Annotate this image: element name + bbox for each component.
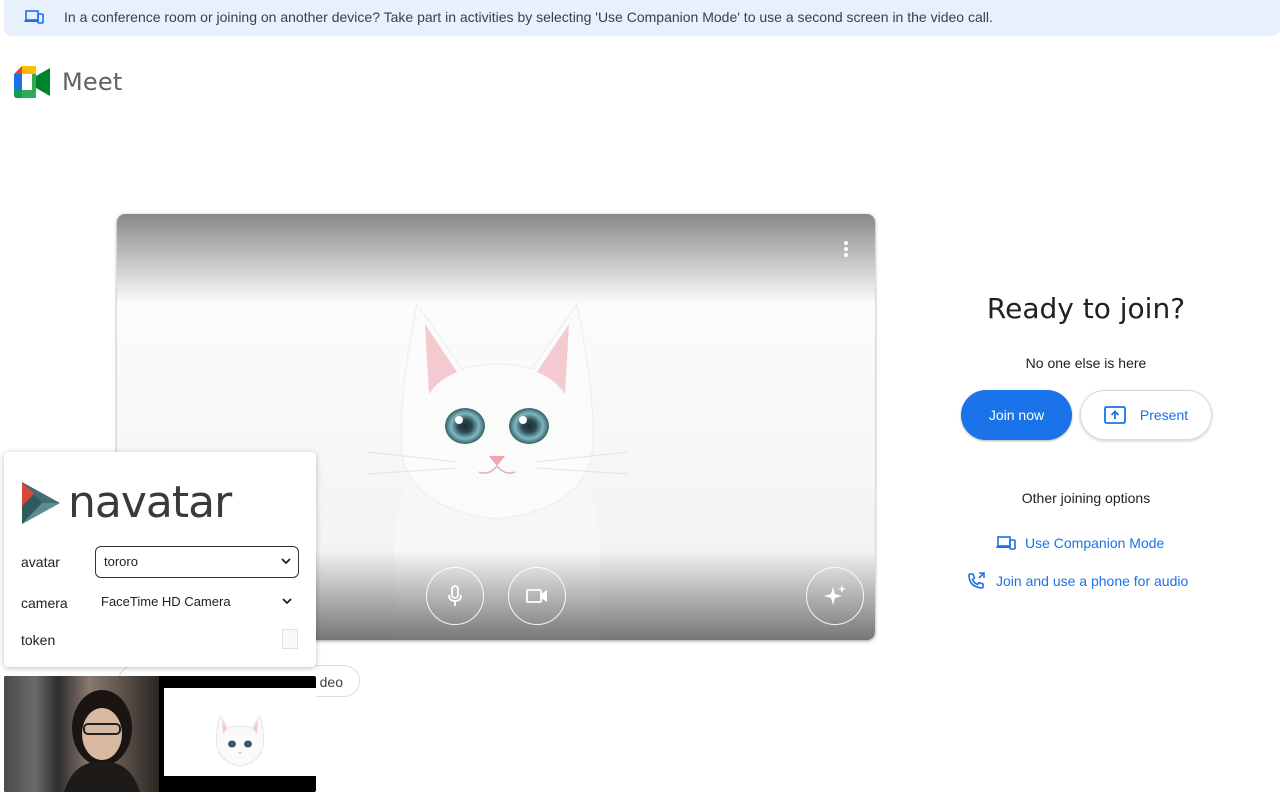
avatar-select-value: tororo xyxy=(104,554,138,569)
participants-status: No one else is here xyxy=(1025,355,1147,371)
webcam-thumbnail xyxy=(4,676,316,792)
camera-label: camera xyxy=(21,595,68,611)
more-options-button[interactable] xyxy=(831,234,861,264)
phone-forwarded-icon xyxy=(968,572,985,589)
navatar-panel: navatar avatar tororo camera FaceTime HD… xyxy=(4,452,316,667)
meet-logo[interactable]: Meet xyxy=(14,66,122,98)
user-silhouette xyxy=(64,690,140,792)
companion-devices-icon xyxy=(24,10,44,24)
present-to-all-icon xyxy=(1103,406,1126,424)
use-companion-mode-link[interactable]: Use Companion Mode xyxy=(996,535,1164,551)
ready-to-join-heading: Ready to join? xyxy=(986,292,1186,325)
videocam-icon xyxy=(526,589,547,603)
camera-toggle-button[interactable] xyxy=(508,567,566,625)
join-now-button[interactable]: Join now xyxy=(961,390,1072,440)
phone-audio-label: Join and use a phone for audio xyxy=(996,573,1189,589)
app-name: Meet xyxy=(62,68,123,96)
more-vert-icon xyxy=(844,241,848,257)
microphone-toggle-button[interactable] xyxy=(426,567,484,625)
visual-effects-button[interactable] xyxy=(806,567,864,625)
token-label: token xyxy=(21,632,56,648)
webcam-cat-preview xyxy=(164,688,316,776)
video-chip-label: deo xyxy=(319,674,343,690)
sparkle-effects-icon xyxy=(824,585,846,605)
present-button-label: Present xyxy=(1139,407,1189,423)
camera-select-value: FaceTime HD Camera xyxy=(101,594,231,609)
meet-logo-icon xyxy=(14,66,50,98)
cat-avatar-thumbnail xyxy=(215,714,265,767)
camera-select[interactable]: FaceTime HD Camera xyxy=(95,587,299,617)
companion-mode-banner: In a conference room or joining on anoth… xyxy=(4,0,1280,36)
join-with-phone-audio-link[interactable]: Join and use a phone for audio xyxy=(967,572,1188,590)
webcam-user-image xyxy=(4,676,159,792)
navatar-logo-text: navatar xyxy=(68,477,232,528)
companion-devices-icon xyxy=(996,536,1016,550)
preview-top-gradient xyxy=(117,214,875,304)
navatar-logo-icon xyxy=(22,482,60,524)
mic-icon xyxy=(448,585,462,606)
token-input[interactable] xyxy=(282,629,298,649)
avatar-select[interactable]: tororo xyxy=(95,546,299,578)
chevron-down-icon xyxy=(281,558,291,565)
avatar-label: avatar xyxy=(21,554,60,570)
chevron-down-icon xyxy=(282,598,292,605)
companion-mode-label: Use Companion Mode xyxy=(1025,535,1165,551)
navatar-logo: navatar xyxy=(20,477,232,528)
present-button[interactable]: Present xyxy=(1080,390,1212,440)
banner-text: In a conference room or joining on anoth… xyxy=(64,9,993,25)
other-joining-options-heading: Other joining options xyxy=(1021,490,1151,506)
